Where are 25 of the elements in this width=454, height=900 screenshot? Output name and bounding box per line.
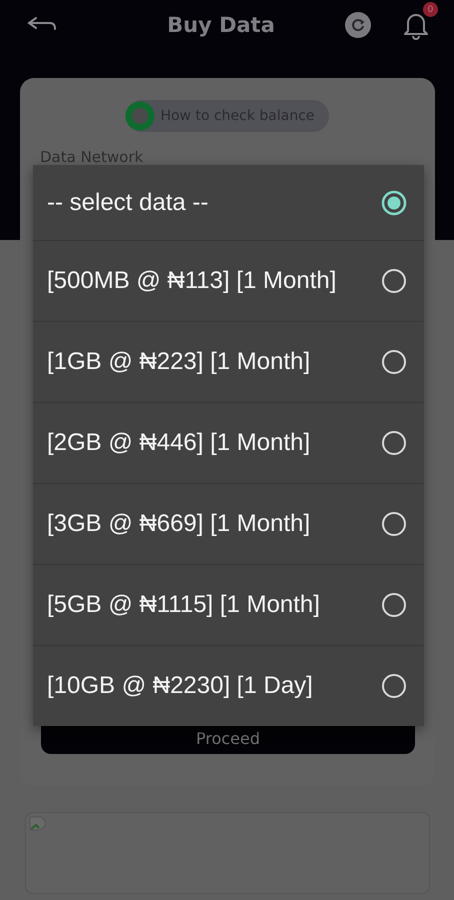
page-title: Buy Data — [166, 13, 276, 37]
plan-option[interactable]: [2GB @ ₦446] [1 Month] — [33, 402, 424, 483]
plan-option-label: -- select data -- — [47, 188, 210, 218]
plan-option[interactable]: [10GB @ ₦2230] [1 Day] — [33, 645, 424, 726]
plan-option-label: [10GB @ ₦2230] [1 Day] — [47, 671, 314, 701]
plan-option-label: [2GB @ ₦446] [1 Month] — [47, 428, 312, 458]
radio-button[interactable] — [380, 591, 408, 619]
plan-option[interactable]: [1GB @ ₦223] [1 Month] — [33, 321, 424, 402]
plan-option-label: [3GB @ ₦669] [1 Month] — [47, 509, 312, 539]
plan-option[interactable]: [3GB @ ₦669] [1 Month] — [33, 483, 424, 564]
plan-option-label: [1GB @ ₦223] [1 Month] — [47, 347, 312, 377]
plan-option-label: [500MB @ ₦113] [1 Month] — [47, 266, 338, 296]
plan-option-label: [5GB @ ₦1115] [1 Month] — [47, 590, 321, 620]
plan-option[interactable]: [5GB @ ₦1115] [1 Month] — [33, 564, 424, 645]
plan-option[interactable]: [500MB @ ₦113] [1 Month] — [33, 240, 424, 321]
plan-option[interactable]: -- select data -- — [33, 165, 424, 240]
refresh-icon[interactable] — [344, 11, 372, 39]
radio-button[interactable] — [380, 429, 408, 457]
radio-button[interactable] — [380, 510, 408, 538]
circle-icon — [124, 100, 156, 132]
radio-button[interactable] — [380, 672, 408, 700]
notification-badge: 0 — [423, 2, 438, 17]
radio-button[interactable] — [380, 267, 408, 295]
radio-button[interactable] — [380, 188, 408, 216]
radio-button[interactable] — [380, 348, 408, 376]
